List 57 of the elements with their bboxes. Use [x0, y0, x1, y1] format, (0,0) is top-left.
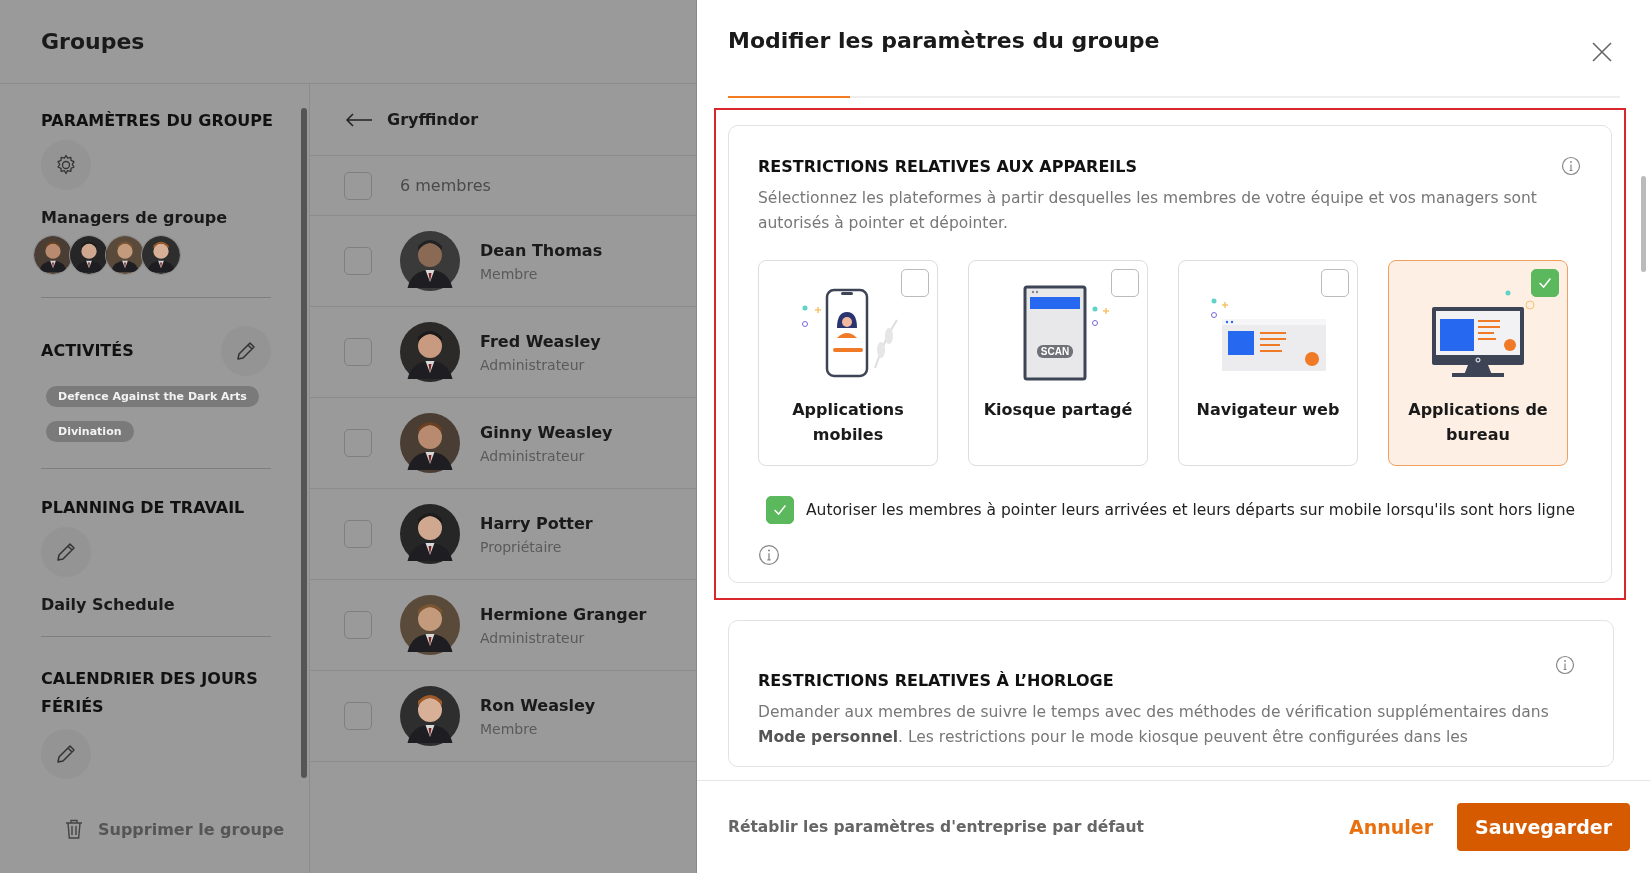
- member-role: Administrateur: [480, 447, 586, 464]
- section-title: PLANNING DE TRAVAIL: [41, 497, 245, 519]
- pencil-icon[interactable]: [234, 339, 258, 363]
- back-arrow-icon[interactable]: [345, 112, 373, 127]
- member-name: Dean Thomas: [480, 240, 603, 260]
- member-role: Membre: [480, 265, 539, 282]
- settings-icon[interactable]: [41, 140, 91, 190]
- member-role: Membre: [480, 720, 539, 737]
- member-name: Ron Weasley: [480, 695, 596, 715]
- dialog-title: Modifier les paramètres du groupe: [728, 28, 1160, 53]
- checkbox[interactable]: [1111, 269, 1139, 297]
- checkbox[interactable]: [344, 247, 372, 275]
- member-count: 6 membres: [400, 176, 491, 195]
- scan-label: SCAN: [1040, 346, 1070, 357]
- platform-option[interactable]: Navigateur web: [1178, 260, 1358, 466]
- close-icon[interactable]: [1590, 40, 1614, 64]
- scrollbar[interactable]: [1641, 176, 1646, 272]
- section-description: Sélectionnez les plateformes à partir desquelles les membres de votre équipe et vos managers sont autorisés à pointer et dépointer.: [758, 188, 1538, 234]
- checkbox[interactable]: [344, 429, 372, 457]
- member-role: Administrateur: [480, 629, 586, 646]
- offline-option-label: Autoriser les membres à pointer leurs arrivées et leurs départs sur mobile lorsqu'ils sont hors ligne: [806, 501, 1576, 519]
- member-name: Harry Potter: [480, 513, 593, 533]
- page-title: Groupes: [41, 29, 145, 54]
- platform-option[interactable]: SCAN Kiosque partagé: [968, 260, 1148, 466]
- platform-option[interactable]: Applications de bureau: [1388, 260, 1568, 466]
- member-name: Fred Weasley: [480, 331, 601, 351]
- member-role: Administrateur: [480, 356, 586, 373]
- section-title: RESTRICTIONS RELATIVES AUX APPAREILS: [758, 156, 1137, 176]
- section-title: PARAMÈTRES DU GROUPE: [41, 110, 273, 132]
- info-icon[interactable]: [758, 544, 780, 566]
- checkbox[interactable]: [901, 269, 929, 297]
- checkbox[interactable]: [344, 520, 372, 548]
- section-description: Demander aux membres de suivre le temps avec des méthodes de vérification supplémentaires dans Mode personnel. Les restrictions pour le mode kiosque peuvent être configurées dans les: [758, 702, 1550, 748]
- member-role: Propriétaire: [480, 538, 563, 555]
- checkbox[interactable]: [1321, 269, 1349, 297]
- member-name: Hermione Granger: [480, 604, 647, 624]
- platform-option[interactable]: Applications mobiles: [758, 260, 938, 466]
- save-button[interactable]: Sauvegarder: [1457, 803, 1630, 851]
- activity-tag: Defence Against the Dark Arts: [46, 386, 259, 407]
- managers-label: Managers de groupe: [41, 208, 228, 227]
- checkbox[interactable]: [344, 338, 372, 366]
- activity-tag: Divination: [46, 421, 134, 442]
- section-title: RESTRICTIONS RELATIVES À L’HORLOGE: [758, 671, 1114, 690]
- info-icon[interactable]: [1561, 156, 1581, 176]
- checkbox[interactable]: [344, 702, 372, 730]
- group-name: Gryffindor: [387, 110, 479, 129]
- schedule-name: Daily Schedule: [41, 595, 175, 614]
- section-title: ACTIVITÉS: [41, 340, 134, 362]
- pencil-icon[interactable]: [54, 742, 78, 766]
- checkbox[interactable]: [1531, 269, 1559, 297]
- checkbox[interactable]: [344, 171, 372, 200]
- checkbox[interactable]: [766, 496, 794, 524]
- pencil-icon[interactable]: [54, 540, 78, 564]
- member-name: Ginny Weasley: [480, 422, 613, 442]
- section-title: CALENDRIER DES JOURS FÉRIÉS: [41, 668, 259, 718]
- info-icon[interactable]: [1555, 655, 1575, 675]
- checkbox[interactable]: [344, 611, 372, 639]
